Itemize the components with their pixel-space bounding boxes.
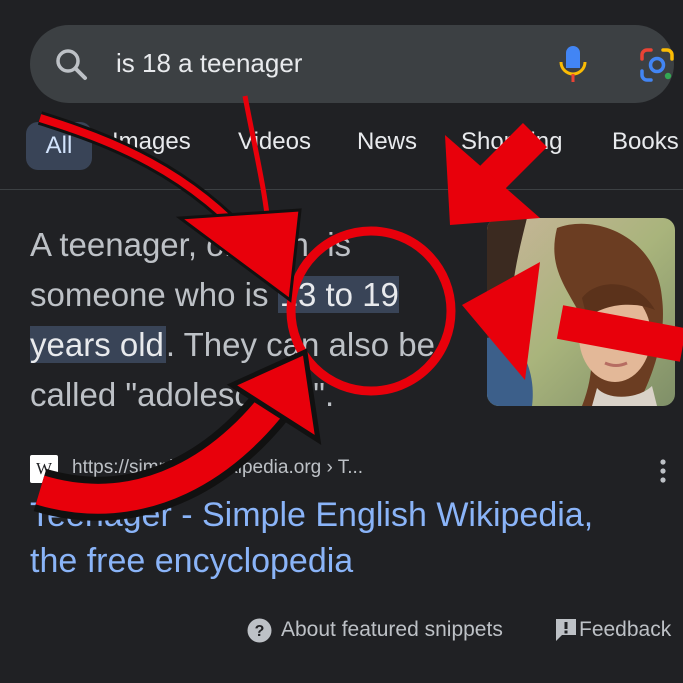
source-url[interactable]: https://simple.m.wikipedia.org › T... <box>72 457 363 479</box>
about-featured-snippets-link[interactable]: About featured snippets <box>281 618 503 642</box>
wikipedia-favicon: W <box>30 455 58 483</box>
tab-all[interactable]: All <box>26 122 92 170</box>
tab-images[interactable]: Images <box>112 128 191 156</box>
help-icon[interactable]: ? <box>247 618 272 643</box>
mic-icon[interactable] <box>557 44 589 84</box>
more-options-icon[interactable] <box>658 457 668 485</box>
result-title-link[interactable]: Teenager - Simple English Wikipedia, the… <box>30 492 640 584</box>
snippet-image[interactable] <box>487 218 675 406</box>
result-source[interactable]: W https://simple.m.wikipedia.org › T... <box>30 455 675 485</box>
search-input[interactable]: is 18 a teenager <box>116 48 302 79</box>
tab-books[interactable]: Books <box>612 128 679 156</box>
tab-videos[interactable]: Videos <box>238 128 311 156</box>
search-tabs: All Images Videos News Shopping Books <box>0 122 683 172</box>
feedback-link[interactable]: Feedback <box>579 618 671 642</box>
search-icon[interactable] <box>54 47 88 81</box>
snippet-footer: ? About featured snippets Feedback <box>0 612 683 648</box>
svg-text:?: ? <box>255 623 265 640</box>
tab-news[interactable]: News <box>357 128 417 156</box>
google-lens-icon[interactable] <box>639 47 675 83</box>
tab-shopping[interactable]: Shopping <box>461 128 562 156</box>
search-bar[interactable]: is 18 a teenager <box>30 25 674 103</box>
divider <box>0 189 683 190</box>
feedback-icon[interactable] <box>555 618 577 642</box>
featured-snippet-text: A teenager, or teen, is someone who is 1… <box>30 220 460 420</box>
